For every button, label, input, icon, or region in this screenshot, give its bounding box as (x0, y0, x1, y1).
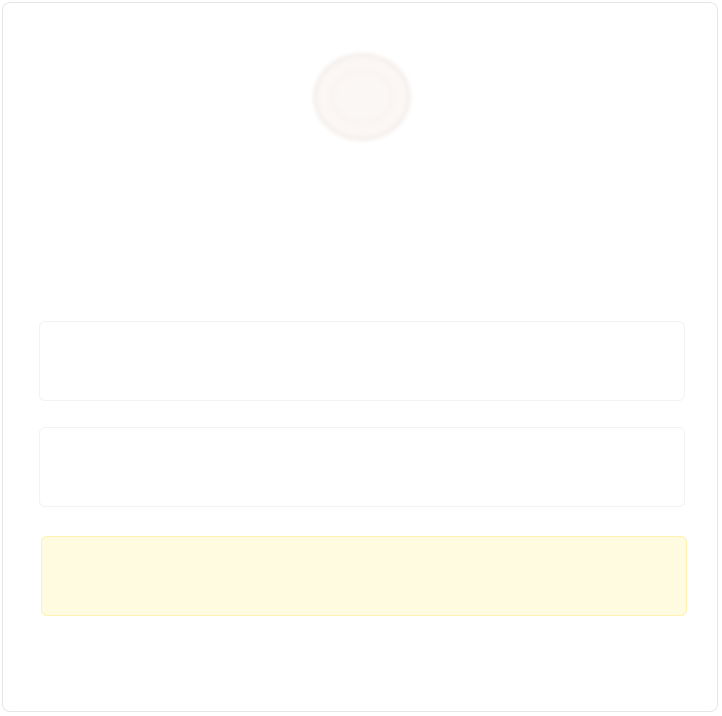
email-field[interactable] (39, 321, 685, 401)
login-subtitle (163, 235, 563, 275)
submit-button[interactable] (41, 536, 687, 616)
brand-logo-icon (313, 53, 411, 141)
login-card (2, 2, 718, 712)
brand-wordmark (213, 145, 509, 197)
secondary-link[interactable] (183, 635, 545, 675)
password-field[interactable] (39, 427, 685, 507)
